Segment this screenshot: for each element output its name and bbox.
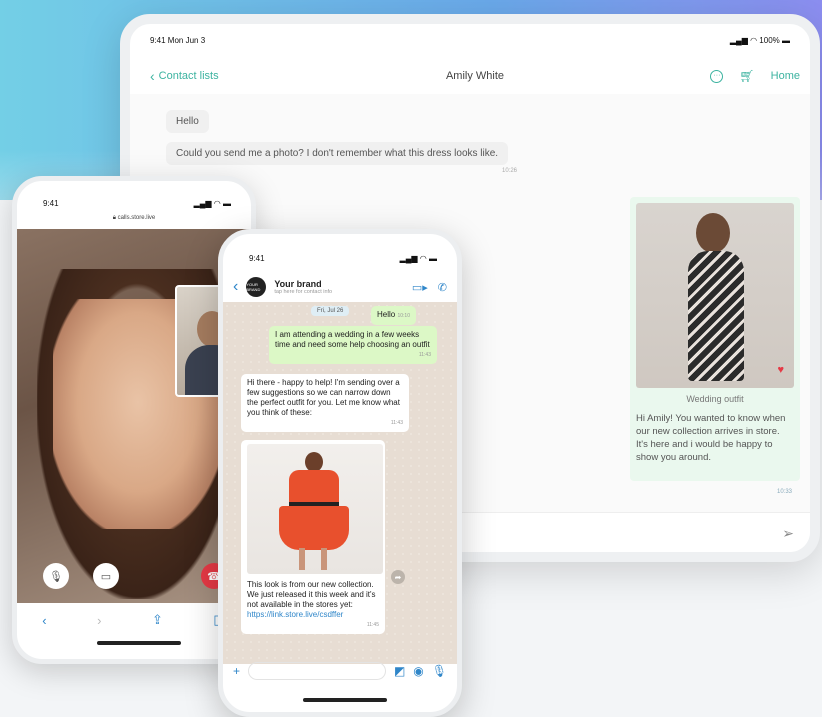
camera-button[interactable]: ▭ [93,563,119,589]
tablet-status-time: 9:41 Mon Jun 3 [150,36,206,45]
messaging-phone: 9:41 ▂▄▆ ◠ ▬ ‹ YOUR BRAND Your brand tap… [218,229,462,717]
heart-icon[interactable]: ♥ [777,364,784,376]
chat-input-bar: + ◩ ◉ 🎙︎ [223,656,457,686]
video-call-icon[interactable]: ▭▸ [412,281,428,294]
message-time: 10:10 [397,313,410,319]
status-bar: 9:41 ▂▄▆ ◠ ▬ [43,199,231,208]
incoming-photo-message[interactable]: This look is from our new collection. We… [241,440,385,634]
product-link[interactable]: https://link.store.live/csdffer [247,610,379,620]
home-link[interactable]: Home [771,70,800,82]
outgoing-message: I am attending a wedding in a few weeks … [269,326,437,364]
signal-icons: ▂▄▆ ◠ ▬ [399,254,437,263]
brand-subtitle: tap here for contact info [274,289,333,295]
sticker-icon[interactable]: ◩ [394,664,405,678]
outgoing-photo-message[interactable]: ♥ Wedding outfit Hi Amily! You wanted to… [630,197,800,495]
message-time: 11:45 [366,622,379,628]
chat-header: ‹ YOUR BRAND Your brand tap here for con… [223,272,457,302]
outgoing-message-text: Hi Amily! You wanted to know when our ne… [636,413,786,463]
contact-info[interactable]: Your brand tap here for contact info [274,279,332,295]
back-label: Contact lists [158,70,219,82]
more-options-icon[interactable]: ··· [710,69,724,83]
plus-icon[interactable]: + [233,664,240,678]
signal-icons: ▂▄▆ ◠ ▬ [193,199,231,208]
message-time: 11:43 [418,352,431,358]
incoming-message: Hello [166,110,209,133]
share-icon[interactable]: ⇪ [152,612,163,628]
date-chip: Fri, Jul 26 [311,306,350,316]
status-time: 9:41 [43,199,59,208]
status-time: 9:41 [249,254,265,263]
forward-icon[interactable]: › [97,613,101,628]
url-text: calls.store.live [117,215,156,221]
brand-avatar[interactable]: YOUR BRAND [246,277,267,297]
tablet-status-battery: ▂▄▆ ◠ 100% ▬ [729,36,790,45]
browser-toolbar: ‹ › ⇪ ◫ [17,605,251,635]
back-icon[interactable]: ‹ [42,613,46,628]
forward-icon[interactable]: ➦ [391,570,405,584]
camera-icon[interactable]: ◉ [413,664,423,678]
microphone-icon[interactable]: 🎙︎ [432,664,447,678]
photo-caption: Wedding outfit [686,394,744,404]
message-time: 10:33 [776,489,792,495]
tablet-status-bar: 9:41 Mon Jun 3 ▂▄▆ ◠ 100% ▬ [150,36,790,50]
incoming-message: Could you send me a photo? I don't remem… [166,142,509,165]
tablet-nav-bar: ‹ Contact lists Amily White ··· 🛒︎ Home [150,64,800,88]
message-time: 10:26 [502,168,518,174]
brand-name: Your brand [274,279,322,289]
home-indicator [97,641,181,645]
dress-photo [247,444,383,574]
conversation-title: Amily White [445,70,505,82]
microphone-icon: 🎙︎ [49,570,63,583]
cart-icon[interactable]: 🛒︎ [739,69,754,83]
chevron-left-icon: ‹ [150,68,155,84]
status-bar: 9:41 ▂▄▆ ◠ ▬ [249,254,437,263]
message-input[interactable] [248,662,386,680]
send-icon[interactable]: ➢ [782,525,794,542]
chat-area: Fri, Jul 26 Hello 10:10 I am attending a… [223,302,457,664]
microphone-button[interactable]: 🎙︎ [43,563,69,589]
outgoing-message: Hello 10:10 [371,306,416,325]
header-actions: ▭▸ ✆ [412,281,447,294]
url-bar[interactable]: 🔒︎ calls.store.live [17,215,251,222]
phone-call-icon[interactable]: ✆ [438,281,447,294]
lock-icon: 🔒︎ [112,215,116,221]
contact-lists-back-button[interactable]: ‹ Contact lists [150,68,219,84]
video-feed: 🎙︎ ▭ ☎ [17,229,251,603]
incoming-message: Hi there - happy to help! I'm sending ov… [241,374,409,432]
back-chevron-icon[interactable]: ‹ [233,278,238,296]
photo-message-text: This look is from our new collection. We… [247,580,376,609]
message-time: 11:43 [390,420,403,426]
tablet-nav-actions: ··· 🛒︎ Home [710,69,800,83]
camera-icon: ▭ [100,570,112,583]
home-indicator [303,698,387,702]
dress-photo: ♥ [636,203,794,388]
